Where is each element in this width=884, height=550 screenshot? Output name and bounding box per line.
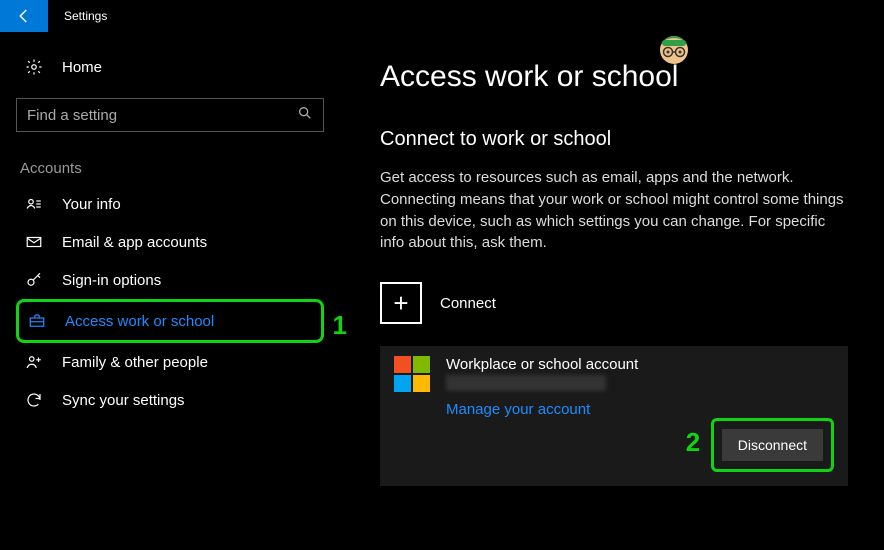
sidebar-item-email-accounts[interactable]: Email & app accounts [16, 223, 324, 261]
sidebar-item-label: Access work or school [65, 313, 214, 330]
mail-icon [24, 233, 44, 251]
people-icon [24, 353, 44, 371]
manage-account-link[interactable]: Manage your account [446, 401, 590, 418]
sidebar-item-sync[interactable]: Sync your settings [16, 381, 324, 419]
microsoft-logo-icon [394, 356, 430, 392]
back-button[interactable] [0, 0, 48, 32]
section-label-accounts: Accounts [16, 152, 324, 185]
window-title: Settings [48, 9, 107, 23]
arrow-left-icon [15, 7, 33, 25]
person-card-icon [24, 195, 44, 213]
connect-label: Connect [440, 295, 496, 312]
sidebar-item-label: Sign-in options [62, 272, 161, 289]
home-label: Home [62, 59, 102, 76]
key-icon [24, 271, 44, 289]
sidebar-item-label: Family & other people [62, 354, 208, 371]
sidebar-item-your-info[interactable]: Your info [16, 185, 324, 223]
annotation-highlight-1: Access work or school 1 [16, 299, 324, 343]
search-input[interactable] [27, 107, 297, 124]
search-icon [297, 105, 313, 125]
sidebar-item-family[interactable]: Family & other people [16, 343, 324, 381]
sidebar-item-signin-options[interactable]: Sign-in options [16, 261, 324, 299]
sidebar-item-label: Sync your settings [62, 392, 185, 409]
plus-icon: + [380, 282, 422, 324]
main-content: Access work or school Connect to work or… [340, 32, 884, 550]
section-description: Get access to resources such as email, a… [380, 167, 848, 254]
annotation-highlight-2: Disconnect 2 [711, 418, 834, 472]
page-title: Access work or school [380, 60, 848, 94]
briefcase-icon [27, 312, 47, 330]
account-name: Workplace or school account [446, 356, 834, 373]
sidebar-item-label: Your info [62, 196, 121, 213]
sidebar-item-label: Email & app accounts [62, 234, 207, 251]
section-subtitle: Connect to work or school [380, 128, 848, 151]
titlebar: Settings [0, 0, 884, 32]
disconnect-button[interactable]: Disconnect [722, 429, 823, 461]
gear-icon [24, 58, 44, 76]
search-box[interactable] [16, 98, 324, 132]
annotation-badge-2: 2 [686, 427, 700, 458]
account-card[interactable]: Workplace or school account Manage your … [380, 346, 848, 486]
sidebar: Home Accounts Your info Email & app acco… [0, 32, 340, 550]
sidebar-item-access-work-school[interactable]: Access work or school [19, 302, 321, 340]
sync-icon [24, 391, 44, 409]
account-email-redacted [446, 375, 606, 391]
avatar-decoration-icon [652, 26, 696, 70]
home-button[interactable]: Home [16, 46, 324, 88]
connect-button[interactable]: + Connect [380, 282, 848, 324]
